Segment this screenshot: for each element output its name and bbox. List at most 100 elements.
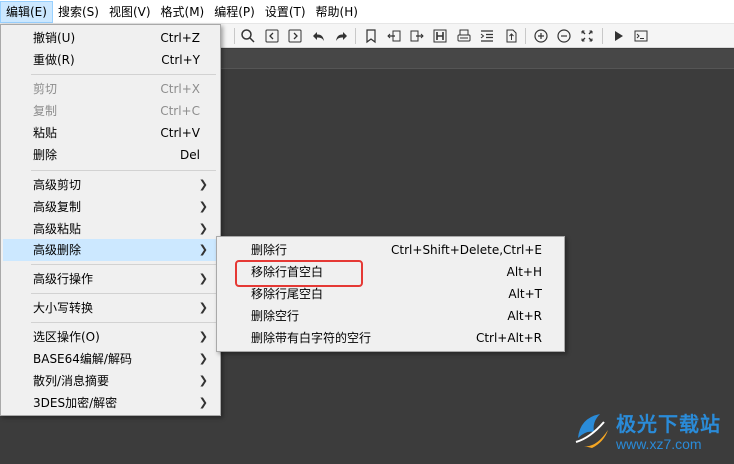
menu-item-label: 重做(R) xyxy=(33,53,75,67)
menu-item-cut[interactable]: 剪切 Ctrl+X xyxy=(3,78,218,100)
menu-item-shortcut: Ctrl+Shift+Delete,Ctrl+E xyxy=(391,243,542,257)
menu-item-label: 高级删除 xyxy=(33,243,82,257)
chevron-right-icon: ❯ xyxy=(198,200,208,213)
search-icon[interactable] xyxy=(240,28,256,44)
menu-item-delete[interactable]: 删除 Del xyxy=(3,144,218,166)
move-right-icon[interactable] xyxy=(409,28,425,44)
menu-item-advanced-paste[interactable]: 高级粘贴 ❯ xyxy=(3,218,218,240)
submenu-item-delete-whitespace-lines[interactable]: 删除带有白字符的空行 Ctrl+Alt+R xyxy=(219,327,562,349)
chevron-right-icon: ❯ xyxy=(198,222,208,235)
terminal-icon[interactable] xyxy=(633,28,649,44)
chevron-right-icon: ❯ xyxy=(198,272,208,285)
chevron-right-icon: ❯ xyxy=(198,243,208,256)
zoom-out-icon[interactable] xyxy=(556,28,572,44)
menu-item-label: 粘贴 xyxy=(33,126,58,140)
menu-item-shortcut: Ctrl+Alt+R xyxy=(475,331,542,345)
bookmark-icon[interactable] xyxy=(363,28,379,44)
menu-item-base64[interactable]: BASE64编解/解码 ❯ xyxy=(3,348,218,370)
menu-item-hash[interactable]: 散列/消息摘要 ❯ xyxy=(3,370,218,392)
menu-format[interactable]: 格式(M) xyxy=(156,1,210,23)
menu-item-label: 大小写转换 xyxy=(33,301,94,315)
submenu-item-delete-empty-lines[interactable]: 删除空行 Alt+R xyxy=(219,305,562,327)
menu-item-shortcut: Alt+H xyxy=(506,265,542,279)
menu-item-label: 剪切 xyxy=(33,82,58,96)
menu-help[interactable]: 帮助(H) xyxy=(311,1,363,23)
menu-separator xyxy=(31,74,216,75)
menu-item-label: 选区操作(O) xyxy=(33,330,100,344)
menu-edit[interactable]: 编辑(E) xyxy=(0,0,53,23)
menu-separator xyxy=(31,170,216,171)
chevron-right-icon: ❯ xyxy=(198,301,208,314)
menu-item-label: 高级剪切 xyxy=(33,178,82,192)
menu-item-shortcut: Ctrl+V xyxy=(160,126,200,140)
chevron-right-icon: ❯ xyxy=(198,178,208,191)
zoom-in-icon[interactable] xyxy=(533,28,549,44)
menu-item-label: 删除行 xyxy=(251,243,288,257)
menu-item-shortcut: Ctrl+Z xyxy=(160,31,200,45)
move-left-icon[interactable] xyxy=(386,28,402,44)
menu-item-3des[interactable]: 3DES加密/解密 ❯ xyxy=(3,392,218,414)
menu-settings[interactable]: 设置(T) xyxy=(260,1,311,23)
menu-item-shortcut: Ctrl+X xyxy=(160,82,200,96)
menu-item-label: 复制 xyxy=(33,104,58,118)
menu-item-redo[interactable]: 重做(R) Ctrl+Y xyxy=(3,49,218,71)
menu-item-label: 高级行操作 xyxy=(33,272,94,286)
menu-item-advanced-line-ops[interactable]: 高级行操作 ❯ xyxy=(3,268,218,290)
menu-item-advanced-delete[interactable]: 高级删除 ❯ xyxy=(3,239,218,261)
submenu-item-delete-line[interactable]: 删除行 Ctrl+Shift+Delete,Ctrl+E xyxy=(219,239,562,261)
menu-item-shortcut: Alt+T xyxy=(508,287,542,301)
menu-item-label: 删除空行 xyxy=(251,309,300,323)
indent-icon[interactable] xyxy=(479,28,495,44)
undo-icon[interactable] xyxy=(311,28,327,44)
menu-item-shortcut: Ctrl+Y xyxy=(161,53,200,67)
menu-item-shortcut: Alt+R xyxy=(507,309,542,323)
file-icon[interactable] xyxy=(503,28,519,44)
menu-item-label: 撤销(U) xyxy=(33,31,76,45)
menu-item-label: 删除 xyxy=(33,148,58,162)
menu-item-advanced-copy[interactable]: 高级复制 ❯ xyxy=(3,196,218,218)
menu-item-paste[interactable]: 粘贴 Ctrl+V xyxy=(3,122,218,144)
watermark-title: 极光下载站 xyxy=(616,412,721,436)
print-icon[interactable] xyxy=(456,28,472,44)
menu-program[interactable]: 编程(P) xyxy=(209,1,260,23)
chevron-right-icon: ❯ xyxy=(198,352,208,365)
watermark-logo-icon xyxy=(575,414,608,448)
menu-item-shortcut: Ctrl+C xyxy=(160,104,200,118)
menu-bar: 编辑(E) 搜索(S) 视图(V) 格式(M) 编程(P) 设置(T) 帮助(H… xyxy=(0,0,734,24)
header-icon[interactable] xyxy=(432,28,448,44)
redo-icon[interactable] xyxy=(333,28,349,44)
run-icon[interactable] xyxy=(610,28,626,44)
chevron-right-icon: ❯ xyxy=(198,396,208,409)
fullscreen-icon[interactable] xyxy=(579,28,595,44)
chevron-right-icon: ❯ xyxy=(198,374,208,387)
menu-item-advanced-cut[interactable]: 高级剪切 ❯ xyxy=(3,174,218,196)
menu-item-label: 散列/消息摘要 xyxy=(33,374,110,388)
menu-search[interactable]: 搜索(S) xyxy=(53,1,104,23)
toolbar-separator xyxy=(234,28,235,44)
menu-separator xyxy=(31,293,216,294)
toolbar-separator xyxy=(525,28,526,44)
menu-separator xyxy=(31,264,216,265)
menu-item-selection-ops[interactable]: 选区操作(O) ❯ xyxy=(3,326,218,348)
menu-item-label: 3DES加密/解密 xyxy=(33,396,118,410)
menu-item-case-convert[interactable]: 大小写转换 ❯ xyxy=(3,297,218,319)
menu-item-label: 删除带有白字符的空行 xyxy=(251,331,372,345)
menu-item-label: 高级复制 xyxy=(33,200,82,214)
advanced-delete-submenu: 删除行 Ctrl+Shift+Delete,Ctrl+E 移除行首空白 Alt+… xyxy=(216,236,565,352)
edit-menu: 撤销(U) Ctrl+Z 重做(R) Ctrl+Y 剪切 Ctrl+X 复制 C… xyxy=(0,24,221,416)
menu-item-copy[interactable]: 复制 Ctrl+C xyxy=(3,100,218,122)
toolbar-separator xyxy=(602,28,603,44)
chevron-right-icon: ❯ xyxy=(198,330,208,343)
menu-view[interactable]: 视图(V) xyxy=(104,1,156,23)
menu-item-label: 高级粘贴 xyxy=(33,222,82,236)
annotation-highlight-box xyxy=(235,260,363,287)
menu-item-undo[interactable]: 撤销(U) Ctrl+Z xyxy=(3,27,218,49)
menu-item-shortcut: Del xyxy=(180,148,200,162)
next-icon[interactable] xyxy=(287,28,303,44)
watermark: 极光下载站 www.xz7.com xyxy=(574,404,734,464)
menu-separator xyxy=(31,322,216,323)
menu-item-label: BASE64编解/解码 xyxy=(33,352,132,366)
prev-icon[interactable] xyxy=(264,28,280,44)
toolbar-separator xyxy=(355,28,356,44)
watermark-url: www.xz7.com xyxy=(616,436,702,452)
